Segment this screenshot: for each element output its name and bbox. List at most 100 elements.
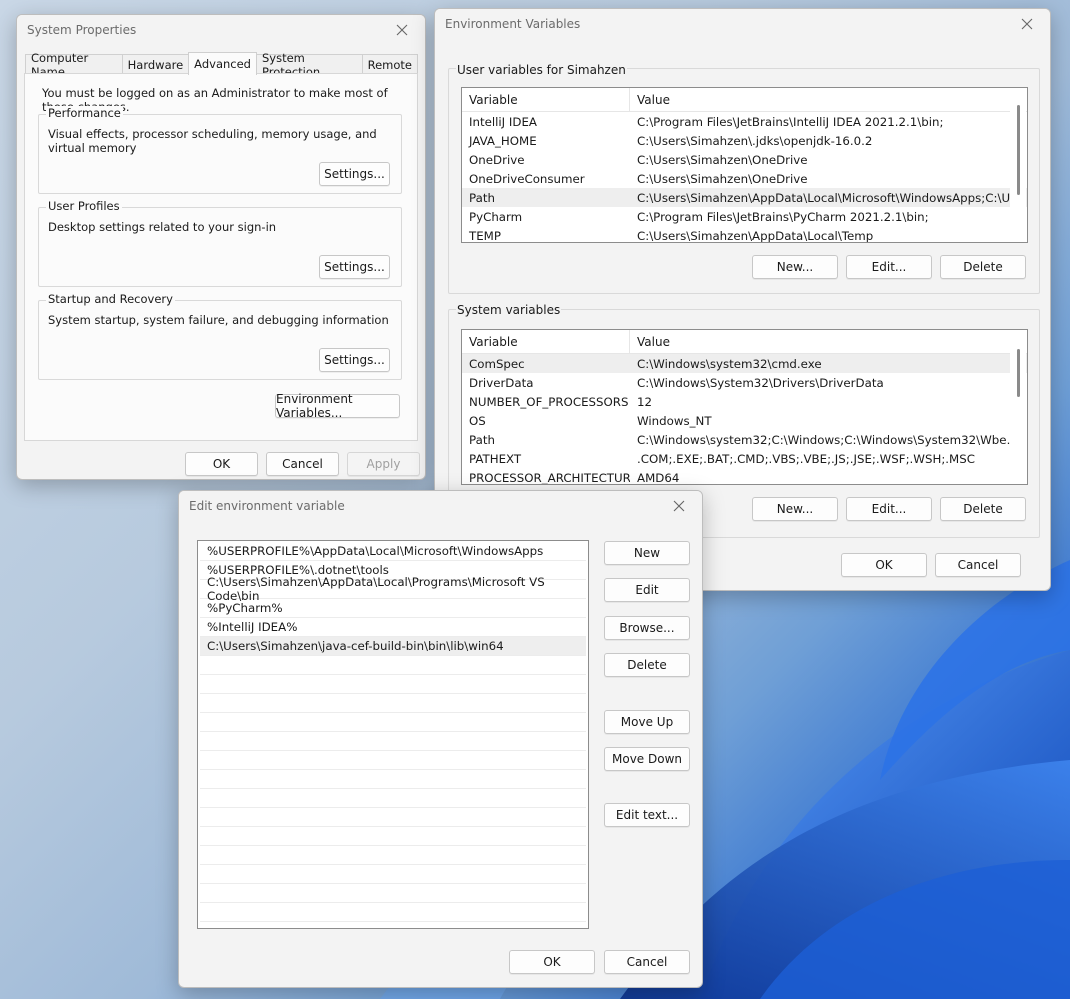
apply-button[interactable]: Apply bbox=[347, 452, 420, 476]
close-icon[interactable] bbox=[666, 495, 692, 517]
scrollbar[interactable] bbox=[1010, 331, 1026, 483]
variable-name: OneDrive bbox=[469, 152, 525, 167]
variable-name: PATHEXT bbox=[469, 451, 522, 466]
edit-button[interactable]: Edit bbox=[604, 578, 690, 602]
user-profiles-settings-button[interactable]: Settings... bbox=[319, 255, 390, 279]
table-row[interactable]: OS Windows_NT bbox=[462, 411, 1027, 430]
system-edit-button[interactable]: Edit... bbox=[846, 497, 932, 521]
table-row[interactable]: DriverData C:\Windows\System32\Drivers\Dr… bbox=[462, 373, 1027, 392]
variable-name: PROCESSOR_ARCHITECTURE bbox=[469, 470, 630, 485]
table-row[interactable]: PROCESSOR_ARCHITECTURE AMD64 bbox=[462, 468, 1027, 485]
startup-settings-button[interactable]: Settings... bbox=[319, 348, 390, 372]
tab-computer-name[interactable]: Computer Name bbox=[25, 51, 123, 79]
list-item[interactable] bbox=[200, 827, 586, 846]
move-up-button[interactable]: Move Up bbox=[604, 710, 690, 734]
list-item[interactable] bbox=[200, 751, 586, 770]
list-item[interactable] bbox=[200, 846, 586, 865]
user-profiles-label: User Profiles bbox=[46, 199, 122, 213]
variable-value: C:\Windows\system32;C:\Windows;C:\Window… bbox=[637, 432, 1027, 447]
system-delete-button[interactable]: Delete bbox=[940, 497, 1026, 521]
system-properties-window: System Properties Computer Name Hardware… bbox=[16, 14, 426, 480]
user-variables-label: User variables for Simahzen bbox=[456, 63, 627, 77]
scrollbar-thumb[interactable] bbox=[1017, 105, 1020, 195]
close-icon[interactable] bbox=[389, 19, 415, 41]
ok-button[interactable]: OK bbox=[185, 452, 258, 476]
delete-button[interactable]: Delete bbox=[604, 653, 690, 677]
list-item[interactable] bbox=[200, 808, 586, 827]
performance-settings-button[interactable]: Settings... bbox=[319, 162, 390, 186]
tab-advanced[interactable]: Advanced bbox=[188, 52, 257, 75]
cancel-button[interactable]: Cancel bbox=[266, 452, 339, 476]
list-header: Variable Value bbox=[462, 88, 1027, 112]
variable-value: C:\Users\Simahzen\AppData\Local\Microsof… bbox=[637, 190, 1027, 205]
list-item[interactable] bbox=[200, 770, 586, 789]
list-item[interactable] bbox=[200, 732, 586, 751]
table-row[interactable]: TEMP C:\Users\Simahzen\AppData\Local\Temp bbox=[462, 226, 1027, 243]
list-item[interactable]: C:\Users\Simahzen\AppData\Local\Programs… bbox=[200, 575, 586, 603]
tab-remote[interactable]: Remote bbox=[361, 54, 418, 74]
move-down-button[interactable]: Move Down bbox=[604, 747, 690, 771]
table-row[interactable]: OneDrive C:\Users\Simahzen\OneDrive bbox=[462, 150, 1027, 169]
user-variables-list[interactable]: Variable Value IntelliJ IDEA C:\Program F… bbox=[461, 87, 1028, 243]
variable-name: Path bbox=[469, 190, 495, 205]
browse-button[interactable]: Browse... bbox=[604, 616, 690, 640]
user-edit-button[interactable]: Edit... bbox=[846, 255, 932, 279]
system-variables-label: System variables bbox=[456, 303, 562, 317]
list-item[interactable] bbox=[200, 865, 586, 884]
scrollbar-thumb[interactable] bbox=[1017, 349, 1020, 397]
cancel-button[interactable]: Cancel bbox=[935, 553, 1021, 577]
column-variable[interactable]: Variable bbox=[462, 88, 630, 111]
list-item[interactable] bbox=[200, 903, 586, 922]
system-new-button[interactable]: New... bbox=[752, 497, 838, 521]
performance-desc: Visual effects, processor scheduling, me… bbox=[48, 127, 377, 155]
list-item[interactable] bbox=[200, 694, 586, 713]
column-value[interactable]: Value bbox=[630, 88, 670, 111]
list-item[interactable] bbox=[200, 656, 586, 675]
column-value[interactable]: Value bbox=[630, 330, 670, 353]
list-item[interactable] bbox=[200, 789, 586, 808]
tab-strip: Computer Name Hardware Advanced System P… bbox=[25, 51, 418, 79]
table-row[interactable]: Path C:\Users\Simahzen\AppData\Local\Micr… bbox=[462, 188, 1027, 207]
tab-system-protection[interactable]: System Protection bbox=[255, 51, 363, 79]
table-row[interactable]: Path C:\Windows\system32;C:\Windows;C:\Wi… bbox=[462, 430, 1027, 449]
user-variables-rows: IntelliJ IDEA C:\Program Files\JetBrains\… bbox=[462, 112, 1027, 243]
table-row[interactable]: PATHEXT .COM;.EXE;.BAT;.CMD;.VBS;.VBE;.JS… bbox=[462, 449, 1027, 468]
user-profiles-group: User Profiles Desktop settings related t… bbox=[38, 199, 402, 287]
list-item[interactable]: %IntelliJ IDEA% bbox=[200, 618, 586, 637]
path-entries-rows: %USERPROFILE%\AppData\Local\Microsoft\Wi… bbox=[198, 541, 588, 922]
edit-text-button[interactable]: Edit text... bbox=[604, 803, 690, 827]
variable-name: PyCharm bbox=[469, 209, 523, 224]
ok-button[interactable]: OK bbox=[841, 553, 927, 577]
path-entries-list[interactable]: %USERPROFILE%\AppData\Local\Microsoft\Wi… bbox=[197, 540, 589, 929]
table-row[interactable]: NUMBER_OF_PROCESSORS 12 bbox=[462, 392, 1027, 411]
scrollbar[interactable] bbox=[1010, 89, 1026, 241]
cancel-button[interactable]: Cancel bbox=[604, 950, 690, 974]
user-profiles-desc: Desktop settings related to your sign-in bbox=[48, 220, 277, 234]
variable-name: JAVA_HOME bbox=[469, 133, 537, 148]
table-row[interactable]: OneDriveConsumer C:\Users\Simahzen\OneDri… bbox=[462, 169, 1027, 188]
performance-label: Performance bbox=[46, 106, 123, 120]
table-row[interactable]: IntelliJ IDEA C:\Program Files\JetBrains\… bbox=[462, 112, 1027, 131]
edit-env-titlebar: Edit environment variable bbox=[179, 491, 702, 521]
list-item[interactable] bbox=[200, 884, 586, 903]
column-variable[interactable]: Variable bbox=[462, 330, 630, 353]
list-item[interactable]: %USERPROFILE%\AppData\Local\Microsoft\Wi… bbox=[200, 542, 586, 561]
edit-environment-variable-window: Edit environment variable %USERPROFILE%\… bbox=[178, 490, 703, 988]
ok-button[interactable]: OK bbox=[509, 950, 595, 974]
list-item[interactable] bbox=[200, 675, 586, 694]
list-item[interactable] bbox=[200, 713, 586, 732]
table-row[interactable]: ComSpec C:\Windows\system32\cmd.exe bbox=[462, 354, 1027, 373]
table-row[interactable]: PyCharm C:\Program Files\JetBrains\PyChar… bbox=[462, 207, 1027, 226]
window-title: Environment Variables bbox=[445, 17, 581, 31]
user-delete-button[interactable]: Delete bbox=[940, 255, 1026, 279]
environment-variables-button[interactable]: Environment Variables... bbox=[275, 392, 400, 420]
variable-name: DriverData bbox=[469, 375, 534, 390]
variable-value: C:\Users\Simahzen\.jdks\openjdk-16.0.2 bbox=[637, 133, 873, 148]
table-row[interactable]: JAVA_HOME C:\Users\Simahzen\.jdks\openjdk… bbox=[462, 131, 1027, 150]
user-new-button[interactable]: New... bbox=[752, 255, 838, 279]
close-icon[interactable] bbox=[1014, 13, 1040, 35]
new-button[interactable]: New bbox=[604, 541, 690, 565]
tab-hardware[interactable]: Hardware bbox=[121, 54, 190, 74]
system-variables-list[interactable]: Variable Value ComSpec C:\Windows\system3… bbox=[461, 329, 1028, 485]
list-item[interactable]: C:\Users\Simahzen\java-cef-build-bin\bin… bbox=[200, 637, 586, 656]
